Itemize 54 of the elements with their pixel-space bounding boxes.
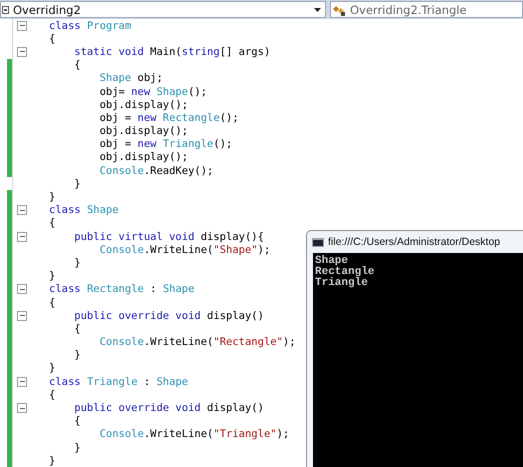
class-dropdown[interactable]: Overriding2: [0, 1, 326, 18]
code-line: class Shape: [49, 204, 119, 216]
code-line: {: [49, 217, 56, 230]
code-line: {: [74, 322, 81, 335]
caret-icon: [314, 8, 321, 12]
code-line: {: [74, 59, 81, 72]
console-title: file:///C:/Users/Administrator/Desktop: [328, 236, 500, 248]
collapse-icon[interactable]: [17, 205, 27, 216]
code-line: class Program: [49, 20, 132, 32]
code-line: public override void display(): [74, 402, 264, 414]
code-line: }: [49, 191, 56, 204]
code-line: Console.WriteLine("Rectangle");: [100, 336, 296, 348]
class-icon: [2, 6, 9, 14]
code-line: class Triangle : Shape: [49, 376, 188, 388]
code-line: }: [49, 454, 56, 467]
console-icon: [312, 238, 324, 246]
code-line: public virtual void display(){: [74, 230, 264, 243]
code-line: }: [74, 256, 81, 269]
code-line: {: [49, 388, 56, 401]
collapse-icon[interactable]: [17, 232, 27, 242]
collapse-icon[interactable]: [17, 20, 27, 31]
code-line: {: [49, 32, 56, 45]
dropdown-value: Overriding2.Triangle: [350, 2, 467, 16]
code-line: Console.ReadKey();: [100, 164, 214, 177]
code-line: Console.WriteLine("Triangle");: [100, 428, 290, 440]
code-line: obj= new Shape();: [100, 86, 208, 98]
collapse-icon[interactable]: [17, 46, 27, 57]
code-line: class Rectangle : Shape: [49, 283, 194, 296]
code-line: obj.display();: [100, 98, 188, 111]
code-line: obj = new Triangle();: [100, 138, 232, 150]
member-icon: [332, 4, 346, 16]
code-line: }: [49, 362, 56, 374]
code-line: static void Main(string[] args): [74, 46, 270, 58]
code-line: }: [49, 270, 56, 282]
console-output-line: Rectangle: [315, 267, 376, 278]
console-output-line: Shape: [315, 256, 348, 267]
code-line: {: [74, 415, 81, 428]
collapse-icon[interactable]: [17, 284, 27, 294]
collapse-icon[interactable]: [17, 403, 27, 414]
code-line: }: [74, 349, 81, 362]
code-line: Console.WriteLine("Shape");: [100, 244, 270, 256]
code-line: }: [74, 442, 81, 454]
member-dropdown[interactable]: Overriding2.Triangle: [330, 1, 523, 18]
console-output-line: Triangle: [315, 278, 369, 289]
code-line: obj.display();: [100, 125, 188, 138]
code-line: }: [74, 178, 81, 190]
code-line: obj = new Rectangle();: [100, 112, 239, 124]
code-line: {: [49, 296, 56, 309]
collapse-icon[interactable]: [17, 310, 27, 321]
code-line: Shape obj;: [100, 72, 163, 84]
dropdown-value: Overriding2: [13, 2, 82, 16]
code-line: public override void display(): [74, 310, 264, 322]
code-line: obj.display();: [100, 151, 188, 164]
collapse-icon[interactable]: [17, 376, 27, 387]
